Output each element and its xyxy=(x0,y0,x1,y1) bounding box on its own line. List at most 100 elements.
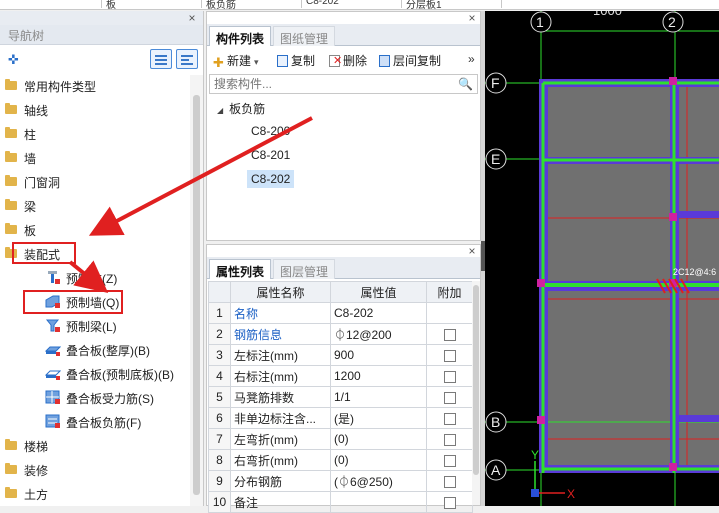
nav-item-label: 土方 xyxy=(24,488,49,502)
floor-plan-drawing: 2C12@4:6 1000 1 2 F E B A Y X xyxy=(485,11,719,506)
more-icon[interactable]: » xyxy=(468,52,475,66)
property-value[interactable]: 1/1 xyxy=(330,386,427,408)
attach-checkbox[interactable] xyxy=(443,433,456,446)
table-row[interactable]: 9 分布钢筋 (⏀6@250) xyxy=(208,470,473,492)
tree-item[interactable]: C8-201 xyxy=(251,148,290,162)
tab-layer-management[interactable]: 图层管理 xyxy=(273,259,336,279)
pin-icon[interactable]: ✜ xyxy=(8,52,19,68)
property-value[interactable]: C8-202 xyxy=(330,302,427,324)
column[interactable] xyxy=(537,416,545,424)
nav-scrollbar[interactable] xyxy=(190,75,203,506)
nav-subitem-prefab-column[interactable]: 预制柱(Z) xyxy=(0,267,190,289)
nav-item-door-window[interactable]: 门窗洞 xyxy=(0,171,190,193)
table-row[interactable]: 10 备注 xyxy=(208,491,473,513)
nav-subitem-slab-negative-rebar[interactable]: 叠合板负筋(F) xyxy=(0,411,190,433)
top-cell[interactable]: 板负筋 xyxy=(202,0,302,9)
table-row[interactable]: 8 右弯折(mm) (0) xyxy=(208,449,473,471)
column[interactable] xyxy=(537,279,545,287)
tree-root[interactable]: ◢ 板负筋 xyxy=(217,100,265,117)
attach-checkbox[interactable] xyxy=(443,496,456,509)
close-icon[interactable]: × xyxy=(466,245,478,257)
nav-item-column[interactable]: 柱 xyxy=(0,123,190,145)
slab-area[interactable] xyxy=(541,83,675,473)
collapse-icon[interactable]: ◢ xyxy=(217,106,223,115)
nav-subitem-prefab-beam[interactable]: 预制梁(L) xyxy=(0,315,190,337)
nav-subitem-slab-rebar[interactable]: 叠合板受力筋(S) xyxy=(0,387,190,409)
nav-item-decoration[interactable]: 装修 xyxy=(0,459,190,481)
row-number: 3 xyxy=(208,344,231,366)
attach-checkbox[interactable] xyxy=(443,454,456,467)
property-value[interactable]: 1200 xyxy=(330,365,427,387)
rebar-annotation[interactable]: 2C12@4:6 xyxy=(673,267,716,277)
drawing-canvas[interactable]: 2C12@4:6 1000 1 2 F E B A Y X xyxy=(485,11,719,506)
properties-scrollbar[interactable] xyxy=(472,281,480,505)
property-value[interactable]: (0) xyxy=(330,449,427,471)
table-row[interactable]: 7 左弯折(mm) (0) xyxy=(208,428,473,450)
close-icon[interactable]: × xyxy=(466,12,478,24)
tree-item-selected[interactable]: C8-202 xyxy=(247,170,295,188)
scrollbar-thumb[interactable] xyxy=(473,285,479,475)
column[interactable] xyxy=(669,77,677,85)
nav-item-common-types[interactable]: 常用构件类型 xyxy=(0,75,190,97)
table-row[interactable]: 3 左标注(mm) 900 xyxy=(208,344,473,366)
wall[interactable] xyxy=(679,211,719,218)
nav-subitem-composite-slab-precast[interactable]: 叠合板(预制底板)(B) xyxy=(0,363,190,385)
search-icon[interactable]: 🔍 xyxy=(458,77,473,91)
property-value[interactable]: (⏀6@250) xyxy=(330,470,427,492)
nav-item-stairs[interactable]: 楼梯 xyxy=(0,435,190,457)
column[interactable] xyxy=(669,213,677,221)
attach-checkbox[interactable] xyxy=(443,370,456,383)
copy-button[interactable]: 复制 xyxy=(277,52,315,69)
nav-item-label: 楼梯 xyxy=(24,440,49,454)
property-name: 钢筋信息 xyxy=(230,323,331,345)
list-view-icon[interactable] xyxy=(150,49,172,69)
tab-property-list[interactable]: 属性列表 xyxy=(209,259,272,279)
property-value[interactable]: 900 xyxy=(330,344,427,366)
property-value[interactable] xyxy=(330,491,427,513)
table-row[interactable]: 5 马凳筋排数 1/1 xyxy=(208,386,473,408)
property-value[interactable]: (是) xyxy=(330,407,427,429)
property-value[interactable]: ⏀12@200 xyxy=(330,323,427,345)
nav-subitem-label: 叠合板(整厚)(B) xyxy=(66,344,150,358)
nav-subitem-composite-slab-full[interactable]: 叠合板(整厚)(B) xyxy=(0,339,190,361)
nav-item-beam[interactable]: 梁 xyxy=(0,195,190,217)
row-number: 4 xyxy=(208,365,231,387)
tab-component-list[interactable]: 构件列表 xyxy=(209,26,272,46)
attach-checkbox[interactable] xyxy=(443,391,456,404)
column[interactable] xyxy=(669,463,677,471)
scrollbar-thumb[interactable] xyxy=(193,95,200,495)
top-cell[interactable]: 板 xyxy=(102,0,202,9)
new-button[interactable]: ✚ 新建 ▾ xyxy=(213,52,259,70)
attach-checkbox[interactable] xyxy=(443,412,456,425)
detail-view-icon[interactable] xyxy=(176,49,198,69)
floor-copy-button[interactable]: 层间复制 xyxy=(379,52,441,69)
table-row[interactable]: 2 钢筋信息 ⏀12@200 xyxy=(208,323,473,345)
folder-icon xyxy=(5,439,17,450)
property-value[interactable]: (0) xyxy=(330,428,427,450)
nav-subitem-label: 叠合板负筋(F) xyxy=(66,416,142,430)
search-input[interactable] xyxy=(210,75,450,93)
attach-checkbox[interactable] xyxy=(443,349,456,362)
new-icon: ✚ xyxy=(213,55,224,70)
delete-button[interactable]: ✕ 删除 xyxy=(329,52,367,69)
table-row[interactable]: 1 名称 C8-202 xyxy=(208,302,473,324)
close-icon[interactable]: × xyxy=(186,12,198,24)
tree-item[interactable]: C8-200 xyxy=(251,124,290,138)
top-cell[interactable] xyxy=(0,0,102,8)
delete-icon: ✕ xyxy=(329,55,342,67)
attach-checkbox[interactable] xyxy=(443,328,456,341)
table-row[interactable]: 6 非单边标注含... (是) xyxy=(208,407,473,429)
slab-area[interactable] xyxy=(675,83,719,473)
nav-item-axis[interactable]: 轴线 xyxy=(0,99,190,121)
nav-item-slab[interactable]: 板 xyxy=(0,219,190,241)
attach-checkbox[interactable] xyxy=(443,475,456,488)
wall[interactable] xyxy=(679,415,719,422)
nav-item-wall[interactable]: 墙 xyxy=(0,147,190,169)
top-cell[interactable]: C8-202 xyxy=(302,0,402,8)
nav-item-earthwork[interactable]: 土方 xyxy=(0,483,190,505)
tab-drawing-management[interactable]: 图纸管理 xyxy=(273,26,336,46)
column-header xyxy=(208,281,231,303)
top-cell[interactable]: 分层板1 xyxy=(402,0,502,9)
chevron-down-icon[interactable]: ▾ xyxy=(254,57,259,67)
table-row[interactable]: 4 右标注(mm) 1200 xyxy=(208,365,473,387)
